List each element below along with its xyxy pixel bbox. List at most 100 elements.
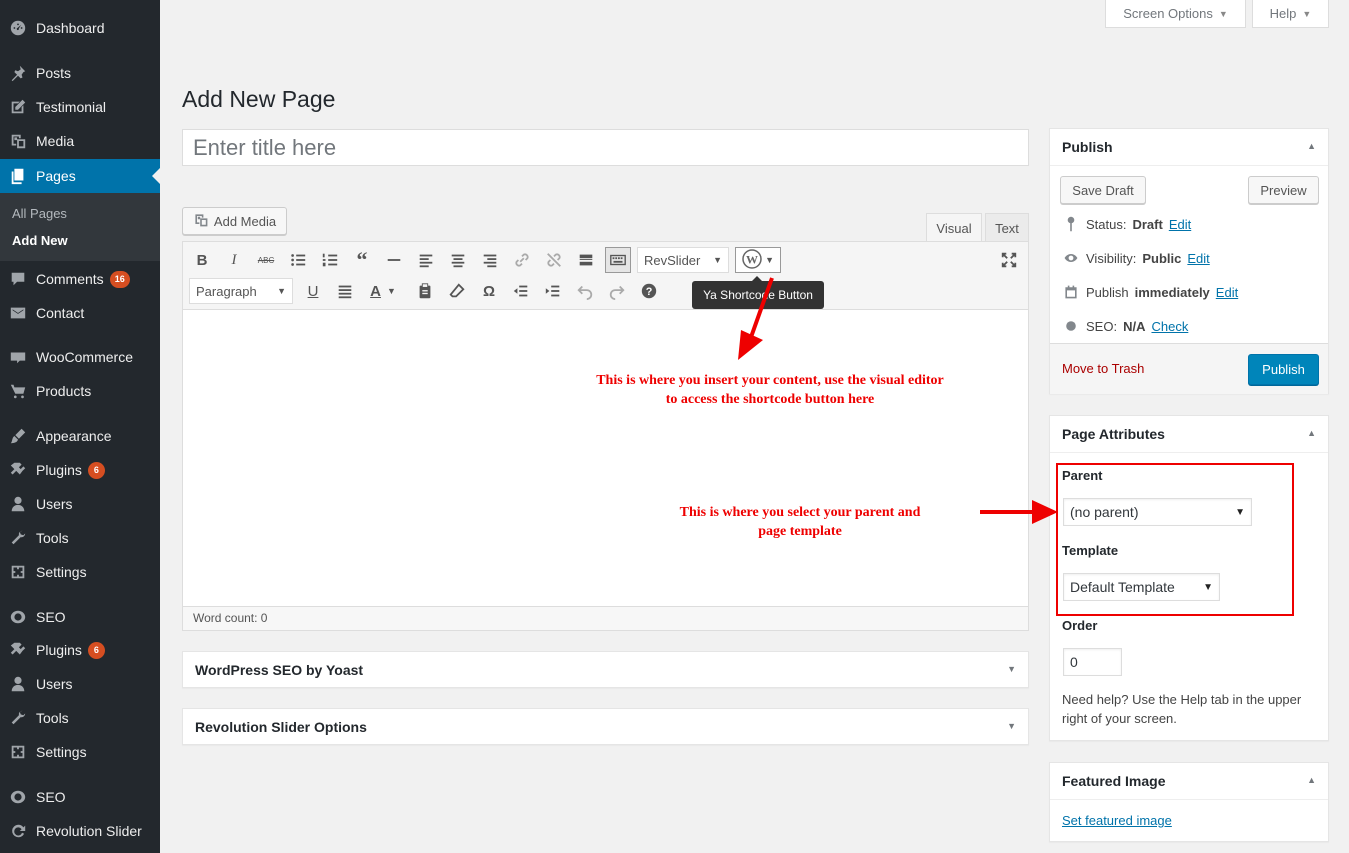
seo-check-link[interactable]: Check	[1151, 319, 1188, 334]
set-featured-image-link[interactable]: Set featured image	[1062, 813, 1172, 828]
paste-text-icon[interactable]	[413, 279, 437, 303]
parent-annotation: This is where you select your parent and…	[679, 505, 921, 539]
justify-icon[interactable]	[333, 279, 357, 303]
align-center-icon[interactable]	[446, 248, 470, 272]
align-left-icon[interactable]	[414, 248, 438, 272]
editor-content-area[interactable]	[183, 310, 1028, 607]
page-title: Add New Page	[182, 86, 336, 112]
edit-status-link[interactable]: Edit	[1169, 217, 1191, 232]
link-icon[interactable]	[510, 248, 534, 272]
sidebar-item-appearance[interactable]: Appearance	[0, 419, 160, 453]
sidebar-item-tools-2[interactable]: Tools	[0, 701, 160, 735]
sidebar-item-contact[interactable]: Contact	[0, 296, 160, 330]
indent-icon[interactable]	[541, 279, 565, 303]
submenu-add-new[interactable]: Add New	[12, 233, 68, 248]
sidebar-item-users-2[interactable]: Users	[0, 667, 160, 701]
sidebar-item-seo[interactable]: SEO	[0, 600, 160, 634]
sidebar-item-settings-2[interactable]: Settings	[0, 735, 160, 769]
text-color-icon[interactable]: A ▼	[365, 279, 401, 303]
unlink-icon[interactable]	[542, 248, 566, 272]
sidebar-item-posts[interactable]: Posts	[0, 56, 160, 90]
yoast-seo-metabox[interactable]: WordPress SEO by Yoast ▼	[182, 651, 1029, 688]
revslider-dropdown[interactable]: RevSlider ▼	[637, 247, 729, 273]
tab-text[interactable]: Text	[985, 213, 1029, 242]
underline-icon[interactable]: U	[301, 279, 325, 303]
help-icon[interactable]: ?	[637, 279, 661, 303]
sidebar-item-testimonial[interactable]: Testimonial	[0, 90, 160, 124]
italic-icon[interactable]: I	[222, 248, 246, 272]
bold-icon[interactable]: B	[190, 248, 214, 272]
collapse-arrow-icon[interactable]: ▲	[1307, 775, 1316, 785]
plugin-icon	[0, 461, 36, 479]
sidebar-item-plugins-2[interactable]: Plugins 6	[0, 633, 160, 667]
order-label: Order	[1062, 618, 1098, 633]
undo-icon[interactable]	[573, 279, 597, 303]
save-draft-button[interactable]: Save Draft	[1060, 176, 1146, 204]
blockquote-icon[interactable]: “	[350, 247, 374, 272]
publish-actions: Move to Trash Publish	[1050, 343, 1328, 394]
sidebar-item-comments[interactable]: Comments 16	[0, 262, 160, 296]
order-input[interactable]: 0	[1063, 648, 1122, 676]
outdent-icon[interactable]	[509, 279, 533, 303]
sidebar-item-plugins[interactable]: Plugins 6	[0, 453, 160, 487]
yoast-seo-title: WordPress SEO by Yoast	[195, 662, 364, 678]
preview-button[interactable]: Preview	[1248, 176, 1319, 204]
sidebar-item-woocommerce[interactable]: WooCommerce	[0, 340, 160, 374]
collapse-arrow-icon[interactable]: ▼	[1007, 664, 1016, 674]
title-input[interactable]	[182, 129, 1029, 166]
collapse-arrow-icon[interactable]: ▲	[1307, 428, 1316, 438]
featured-image-title: Featured Image	[1062, 773, 1166, 789]
align-right-icon[interactable]	[478, 248, 502, 272]
edit-date-link[interactable]: Edit	[1216, 285, 1238, 300]
add-media-button[interactable]: Add Media	[182, 207, 287, 235]
sidebar-item-products[interactable]: Products	[0, 374, 160, 408]
caret-down-icon: ▼	[1218, 8, 1228, 19]
sidebar-item-pages[interactable]: Pages	[0, 159, 160, 193]
sidebar-item-seo-2[interactable]: SEO	[0, 780, 160, 814]
redo-icon[interactable]	[605, 279, 629, 303]
divider	[1050, 165, 1328, 166]
special-character-icon[interactable]: Ω	[477, 279, 501, 303]
sidebar-item-tools[interactable]: Tools	[0, 521, 160, 555]
plugins-count-badge: 6	[87, 641, 105, 659]
numbered-list-icon[interactable]	[318, 248, 342, 272]
cart-icon	[0, 382, 36, 400]
help-button[interactable]: Help ▼	[1252, 0, 1329, 28]
publish-button[interactable]: Publish	[1248, 354, 1319, 385]
plugin-icon	[0, 641, 36, 659]
mail-icon	[0, 304, 36, 322]
sidebar-item-settings[interactable]: Settings	[0, 555, 160, 589]
strikethrough-icon[interactable]: ABC	[254, 248, 278, 272]
read-more-icon[interactable]	[574, 248, 598, 272]
sidebar-item-users[interactable]: Users	[0, 487, 160, 521]
sidebar-item-media[interactable]: Media	[0, 124, 160, 158]
featured-image-metabox: Featured Image ▲ Set featured image	[1049, 762, 1329, 842]
publish-metabox: Publish ▲ Save Draft Preview Status: Draf…	[1049, 128, 1329, 394]
clear-formatting-icon[interactable]	[445, 279, 469, 303]
comments-count-badge: 16	[109, 270, 130, 288]
edit-visibility-link[interactable]: Edit	[1187, 251, 1209, 266]
horizontal-line-icon[interactable]	[382, 248, 406, 272]
toolbar-toggle-icon[interactable]	[605, 247, 631, 273]
tab-visual[interactable]: Visual	[926, 213, 982, 242]
fullscreen-icon[interactable]	[997, 248, 1021, 272]
wrench-icon	[0, 709, 36, 727]
shortcode-button[interactable]: W ▼	[735, 247, 781, 273]
settings-icon	[0, 743, 36, 761]
collapse-arrow-icon[interactable]: ▲	[1307, 141, 1316, 151]
paragraph-format-dropdown[interactable]: Paragraph ▼	[189, 278, 293, 304]
sidebar-item-revolution-slider[interactable]: Revolution Slider	[0, 814, 160, 848]
pages-icon	[0, 167, 36, 185]
bullet-list-icon[interactable]	[286, 248, 310, 272]
seo-row: SEO: N/A Check	[1062, 318, 1188, 334]
seo-icon	[0, 788, 36, 806]
submenu-all-pages[interactable]: All Pages	[12, 206, 67, 221]
sidebar-item-dashboard[interactable]: Dashboard	[0, 11, 160, 45]
screen-options-button[interactable]: Screen Options ▼	[1105, 0, 1246, 28]
caret-down-icon: ▼	[713, 255, 722, 265]
move-to-trash-link[interactable]: Move to Trash	[1062, 361, 1144, 376]
pages-submenu: All Pages Add New	[0, 193, 160, 261]
revolution-slider-metabox[interactable]: Revolution Slider Options ▼	[182, 708, 1029, 745]
editor-toolbar: B I ABC “ RevSlider ▼ W ▼ Paragraph ▼ U A ▼…	[183, 242, 1028, 310]
collapse-arrow-icon[interactable]: ▼	[1007, 721, 1016, 731]
